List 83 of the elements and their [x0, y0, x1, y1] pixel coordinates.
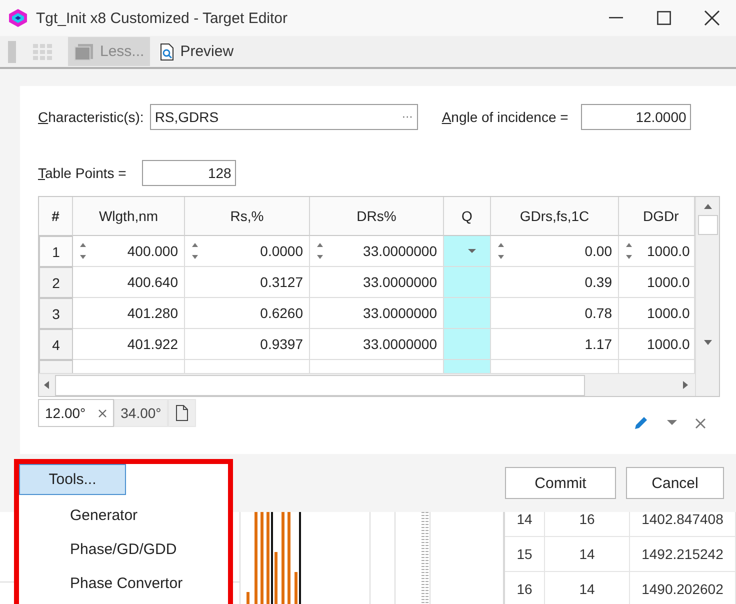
table-cell: 401.280 [73, 298, 185, 329]
minimize-icon [609, 17, 623, 19]
dropdown-caret-icon[interactable] [468, 248, 476, 254]
table-cell: 1402.847408 [630, 512, 736, 536]
maximize-icon [657, 11, 671, 25]
field-label: Table Points = [38, 165, 126, 181]
spin-icon[interactable] [625, 242, 633, 260]
table-cell: 1492.215242 [630, 537, 736, 571]
row-number: 4 [39, 329, 73, 360]
table-cell: 33.0000000 [310, 329, 444, 360]
q-cell[interactable] [444, 267, 491, 298]
spin-icon[interactable] [79, 242, 87, 260]
spin-icon[interactable] [191, 242, 199, 260]
row-number: 1 [39, 236, 73, 267]
table-cell: 400.000 [73, 236, 185, 267]
row-number: 3 [39, 298, 73, 329]
q-cell[interactable] [444, 236, 491, 267]
column-header[interactable]: Rs,% [185, 197, 310, 236]
menu-item[interactable]: Generator [19, 498, 228, 532]
scroll-thumb[interactable] [698, 215, 718, 235]
angle-field[interactable]: 12.0000 [581, 104, 692, 130]
scroll-thumb[interactable] [55, 374, 585, 396]
pencil-icon[interactable] [633, 415, 649, 431]
preview-icon [160, 42, 174, 60]
caret-icon[interactable] [667, 420, 677, 426]
table-cell: 0.39 [491, 267, 619, 298]
q-cell[interactable] [444, 298, 491, 329]
table-cell: 16 [505, 572, 545, 604]
table-cell: 401.922 [73, 329, 185, 360]
column-header[interactable]: DGDr [619, 197, 695, 236]
angle-tab[interactable]: 12.00° [38, 399, 114, 427]
tools-button[interactable]: Tools... [19, 464, 126, 495]
table-cell: 0.00 [491, 236, 619, 267]
page-icon [175, 405, 190, 421]
table-cell: 0.6260 [185, 298, 310, 329]
spin-icon[interactable] [497, 242, 505, 260]
table-cell: 33.0000000 [310, 298, 444, 329]
table-cell: 400.640 [73, 267, 185, 298]
table-cell: 1490.202602 [630, 572, 736, 604]
table-cell: 1000.0 [619, 298, 695, 329]
table-points-field[interactable]: 128 [142, 160, 236, 186]
angle-tab[interactable]: 34.00° [114, 399, 168, 427]
table-cell: 1000.0 [619, 267, 695, 298]
field-label: Characteristic(s): [38, 109, 144, 125]
column-header[interactable]: Wlgth,nm [73, 197, 185, 236]
field-label: Angle of incidence = [442, 109, 568, 125]
column-header[interactable]: DRs% [310, 197, 444, 236]
table-cell: 0.78 [491, 298, 619, 329]
close-icon [704, 10, 720, 26]
cancel-button[interactable]: Cancel [626, 467, 724, 499]
table-cell: 0.3127 [185, 267, 310, 298]
table-cell: 0.0000 [185, 236, 310, 267]
table-cell: 14 [505, 512, 545, 536]
table-cell: 1000.0 [619, 236, 695, 267]
grip-icon [8, 40, 16, 62]
table-cell: 16 [545, 512, 630, 536]
horizontal-scrollbar[interactable] [39, 373, 695, 396]
new-tab-button[interactable] [168, 399, 196, 427]
menu-item[interactable]: Phase/GD/GDD [19, 532, 228, 566]
window-title: Tgt_Init x8 Customized - Target Editor [36, 10, 288, 26]
commit-button[interactable]: Commit [505, 467, 616, 499]
characteristics-field[interactable]: RS,GDRS ··· [150, 104, 418, 130]
table-cell: 14 [545, 572, 630, 604]
menu-item[interactable]: Phase Convertor [19, 566, 228, 600]
stack-icon [74, 42, 94, 60]
vertical-scrollbar[interactable] [695, 197, 719, 396]
table-cell: 1000.0 [619, 329, 695, 360]
table-cell: 33.0000000 [310, 267, 444, 298]
app-logo-icon [8, 8, 28, 28]
table-cell: 15 [505, 537, 545, 571]
row-number: 2 [39, 267, 73, 298]
preview-button[interactable]: Preview [154, 37, 240, 66]
table-cell: 14 [545, 537, 630, 571]
table-cell: 33.0000000 [310, 236, 444, 267]
close-icon[interactable] [695, 418, 706, 428]
q-cell[interactable] [444, 329, 491, 360]
column-header[interactable]: Q [444, 197, 491, 236]
close-icon[interactable] [98, 408, 107, 418]
spin-icon[interactable] [316, 242, 324, 260]
table-cell: 1.17 [491, 329, 619, 360]
column-header[interactable]: # [39, 197, 73, 236]
table-cell: 0.9397 [185, 329, 310, 360]
column-header[interactable]: GDrs,fs,1C [491, 197, 619, 236]
